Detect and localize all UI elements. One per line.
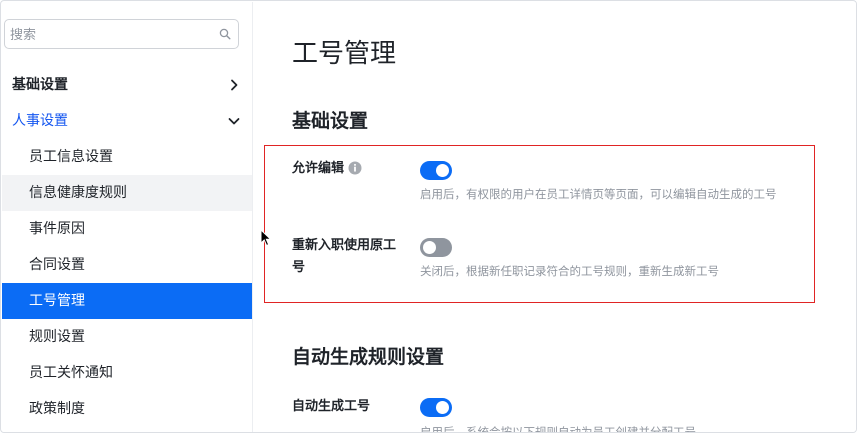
info-icon[interactable] — [348, 161, 362, 175]
mouse-pointer-icon — [260, 229, 272, 247]
sidebar-item-care-notice[interactable]: 员工关怀通知 — [2, 355, 252, 391]
toggle-knob — [436, 401, 449, 414]
sidebar-item-employee-info[interactable]: 员工信息设置 — [2, 139, 252, 175]
setting-desc-rehire: 关闭后，根据新任职记录符合的工号规则，重新生成新工号 — [420, 264, 719, 278]
sidebar-item-label: 规则设置 — [29, 329, 85, 345]
sidebar-item-contract[interactable]: 合同设置 — [2, 247, 252, 283]
sidebar-group-basic[interactable]: 基础设置 — [2, 67, 252, 103]
sidebar-item-info-health[interactable]: 信息健康度规则 — [2, 175, 252, 211]
allow-edit-toggle[interactable] — [420, 161, 452, 180]
setting-label-allow-edit: 允许编辑 — [292, 158, 402, 180]
sidebar-item-rules[interactable]: 规则设置 — [2, 319, 252, 355]
sidebar-item-employee-id[interactable]: 工号管理 — [2, 283, 252, 319]
section-title-basic: 基础设置 — [292, 110, 369, 132]
sidebar-item-label: 员工关怀通知 — [29, 365, 113, 381]
chevron-down-icon — [228, 118, 240, 125]
setting-desc-auto-generate: 启用后，系统会按以下规则自动为员工创建并分配工号 — [420, 425, 696, 433]
sidebar-item-label: 工号管理 — [29, 293, 85, 309]
sidebar-item-event-reason[interactable]: 事件原因 — [2, 211, 252, 247]
app-window: 基础设置 人事设置 员工信息设置 信息健康度规则 事件原因 合同设置 工号管理 — [0, 0, 857, 433]
setting-label-rehire: 重新入职使用原工号 — [292, 238, 397, 275]
sidebar-item-label: 员工信息设置 — [29, 149, 113, 165]
section-title-auto-rules: 自动生成规则设置 — [292, 346, 445, 368]
page-title: 工号管理 — [292, 39, 397, 69]
search-input[interactable] — [10, 25, 210, 45]
setting-label-text: 允许编辑 — [292, 161, 345, 176]
chevron-right-icon — [231, 79, 238, 91]
setting-label-auto-generate: 自动生成工号 — [292, 399, 371, 414]
sidebar-group-hr[interactable]: 人事设置 — [2, 103, 252, 139]
toggle-knob — [436, 164, 449, 177]
sidebar: 基础设置 人事设置 员工信息设置 信息健康度规则 事件原因 合同设置 工号管理 — [2, 2, 253, 432]
sidebar-item-policy[interactable]: 政策制度 — [2, 391, 252, 427]
sidebar-item-label: 信息健康度规则 — [29, 185, 127, 201]
main-content: 工号管理 基础设置 允许编辑 启用后，有权限的用户在员工详情页等页面，可以编辑自… — [253, 2, 856, 433]
sidebar-item-label: 事件原因 — [29, 221, 85, 237]
search-box[interactable] — [4, 19, 239, 49]
sidebar-item-label: 合同设置 — [29, 257, 85, 273]
sidebar-item-label: 政策制度 — [29, 401, 85, 417]
toggle-knob — [423, 241, 436, 254]
setting-desc-allow-edit: 启用后，有权限的用户在员工详情页等页面，可以编辑自动生成的工号 — [420, 187, 777, 201]
rehire-original-id-toggle[interactable] — [420, 238, 452, 257]
search-icon[interactable] — [219, 28, 231, 40]
sidebar-group-label: 人事设置 — [12, 113, 68, 129]
auto-generate-toggle[interactable] — [420, 398, 452, 417]
sidebar-group-label: 基础设置 — [12, 77, 68, 93]
